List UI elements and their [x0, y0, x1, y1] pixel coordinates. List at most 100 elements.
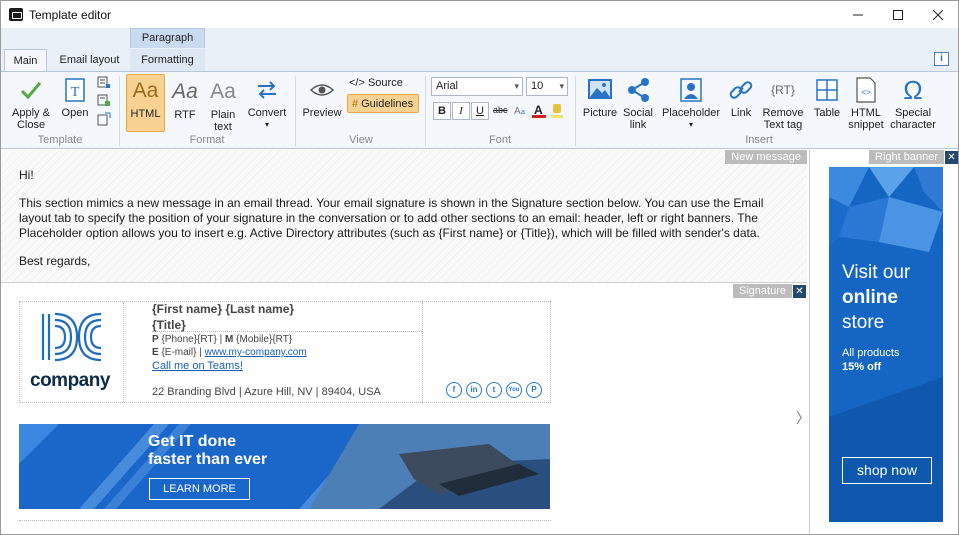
template-option-2[interactable] [97, 94, 111, 108]
open-label: Open [61, 107, 89, 119]
linkedin-icon[interactable]: in [466, 382, 482, 398]
font-size-value: 10 [531, 80, 544, 92]
app-icon [9, 8, 23, 21]
group-label-font: Font [488, 134, 511, 146]
convert-button[interactable]: Convert ▾ [245, 76, 289, 131]
highlight-button[interactable] [550, 102, 564, 119]
apply-close-button[interactable]: Apply & Close [7, 76, 55, 131]
maximize-icon [893, 9, 903, 20]
italic-button[interactable]: I [452, 102, 470, 120]
tab-email-layout[interactable]: Email layout [53, 49, 126, 71]
shop-now-button[interactable]: shop now [842, 457, 932, 484]
svg-text:A: A [534, 103, 543, 117]
website-link[interactable]: www.my-company.com [205, 347, 307, 358]
new-message-section[interactable]: New message Hi! This section mimics a ne… [1, 150, 807, 283]
html-format-button[interactable]: Aa HTML [126, 74, 165, 132]
logo-text: company [30, 370, 110, 391]
right-banner-close-icon[interactable]: ✕ [945, 151, 958, 164]
banner-background [19, 424, 550, 509]
phone-label: P [152, 334, 159, 345]
change-case-icon: Aa [514, 106, 525, 117]
signature-tag: Signature [732, 284, 792, 298]
signature-close-icon[interactable]: ✕ [793, 285, 806, 298]
signature-banner[interactable]: Get IT done faster than ever LEARN MORE [19, 424, 550, 509]
font-family-select[interactable]: Arial ▾ [431, 77, 523, 96]
close-icon [933, 9, 943, 20]
source-button[interactable]: </> Source [349, 77, 403, 89]
guidelines-label: Guidelines [361, 97, 414, 110]
expand-chevron-icon[interactable]: 〉 [796, 408, 809, 428]
youtube-icon[interactable]: You [506, 382, 522, 398]
ribbon-tabs: Paragraph Main Email layout Formatting i [1, 28, 958, 71]
template-export-icon [97, 112, 111, 126]
underline-button[interactable]: U [471, 102, 489, 120]
font-color-button[interactable]: A [531, 102, 547, 119]
remove-label: Remove [762, 107, 804, 119]
group-separator [575, 76, 576, 146]
svg-text:A: A [514, 106, 521, 117]
font-size-select[interactable]: 10 ▾ [526, 77, 568, 96]
teams-link[interactable]: Call me on Teams! [152, 360, 243, 372]
learn-more-button[interactable]: LEARN MORE [149, 478, 250, 500]
signature-bottom-border [19, 520, 551, 521]
tab-main[interactable]: Main [4, 49, 47, 71]
title-bar: Template editor [1, 1, 958, 28]
guidelines-button[interactable]: # Guidelines [347, 94, 419, 113]
new-message-tag: New message [725, 150, 807, 164]
html-snippet-icon: <> [856, 77, 876, 103]
facebook-icon[interactable]: f [446, 382, 462, 398]
message-greeting: Hi! [19, 168, 34, 182]
rtf-format-button[interactable]: Aa RTF [168, 76, 202, 121]
link-icon [729, 81, 753, 99]
signature-title: {Title} [152, 318, 186, 332]
apply-label: Apply & [12, 107, 50, 119]
template-option-1[interactable] [97, 76, 111, 90]
strikethrough-button[interactable]: abc [493, 105, 508, 115]
plain-label-2: text [214, 121, 232, 133]
link-button[interactable]: Link [725, 76, 757, 119]
omega-icon: Ω [903, 75, 923, 105]
font-size-toggle-button[interactable]: Aa [513, 103, 527, 117]
html-label: HTML [130, 108, 161, 120]
group-label-template: Template [37, 134, 83, 146]
signature-table[interactable]: company {First name} {Last name} {Title}… [19, 301, 551, 403]
open-button[interactable]: T Open [59, 76, 91, 119]
preview-label: Preview [302, 107, 342, 119]
picture-label: Picture [582, 107, 618, 119]
html-snippet-button[interactable]: <> HTML snippet [847, 76, 885, 131]
plain-text-icon: Aa [210, 80, 236, 103]
highlighter-icon [551, 104, 563, 118]
template-save-icon [97, 94, 110, 106]
phone-line: P {Phone}{RT} | M {Mobile}{RT} [152, 334, 292, 345]
remove-tag-icon: {RT} [771, 83, 795, 97]
bold-button[interactable]: B [433, 102, 451, 120]
placeholder-button[interactable]: Placeholder ▾ [660, 76, 722, 131]
message-closing: Best regards, [19, 254, 91, 268]
signature-section[interactable]: Signature ✕ company {First name} {Last n… [1, 284, 809, 534]
message-body[interactable]: Hi! This section mimics a new message in… [19, 168, 789, 282]
preview-button[interactable]: Preview [301, 76, 343, 119]
right-banner-section[interactable]: Right banner ✕ Visit our online store Al… [809, 150, 958, 534]
signature-address: 22 Branding Blvd | Azure Hill, NV | 8940… [152, 386, 381, 398]
plain-text-button[interactable]: Aa Plain text [204, 76, 242, 133]
pinterest-icon[interactable]: P [526, 382, 542, 398]
picture-button[interactable]: Picture [581, 76, 619, 119]
tab-formatting[interactable]: Formatting [130, 49, 205, 71]
table-button[interactable]: Table [810, 76, 844, 119]
social-link-button[interactable]: Social link [621, 76, 655, 131]
right-banner-ad[interactable]: Visit our online store All products 15% … [829, 167, 943, 522]
right-banner-line-2: online [842, 287, 898, 308]
social-label: Social [623, 107, 653, 119]
share-icon [628, 78, 649, 102]
group-separator [295, 76, 296, 146]
table-icon [816, 79, 838, 101]
close-button[interactable] [915, 1, 958, 28]
twitter-icon[interactable]: t [486, 382, 502, 398]
template-option-3[interactable] [97, 112, 111, 126]
special-label-2: character [890, 119, 936, 131]
placeholder-label: Placeholder [661, 107, 721, 119]
info-button[interactable]: i [934, 52, 949, 66]
group-separator [119, 76, 120, 146]
remove-text-tag-button[interactable]: {RT} Remove Text tag [761, 76, 805, 131]
special-character-button[interactable]: Ω Special character [887, 76, 939, 131]
